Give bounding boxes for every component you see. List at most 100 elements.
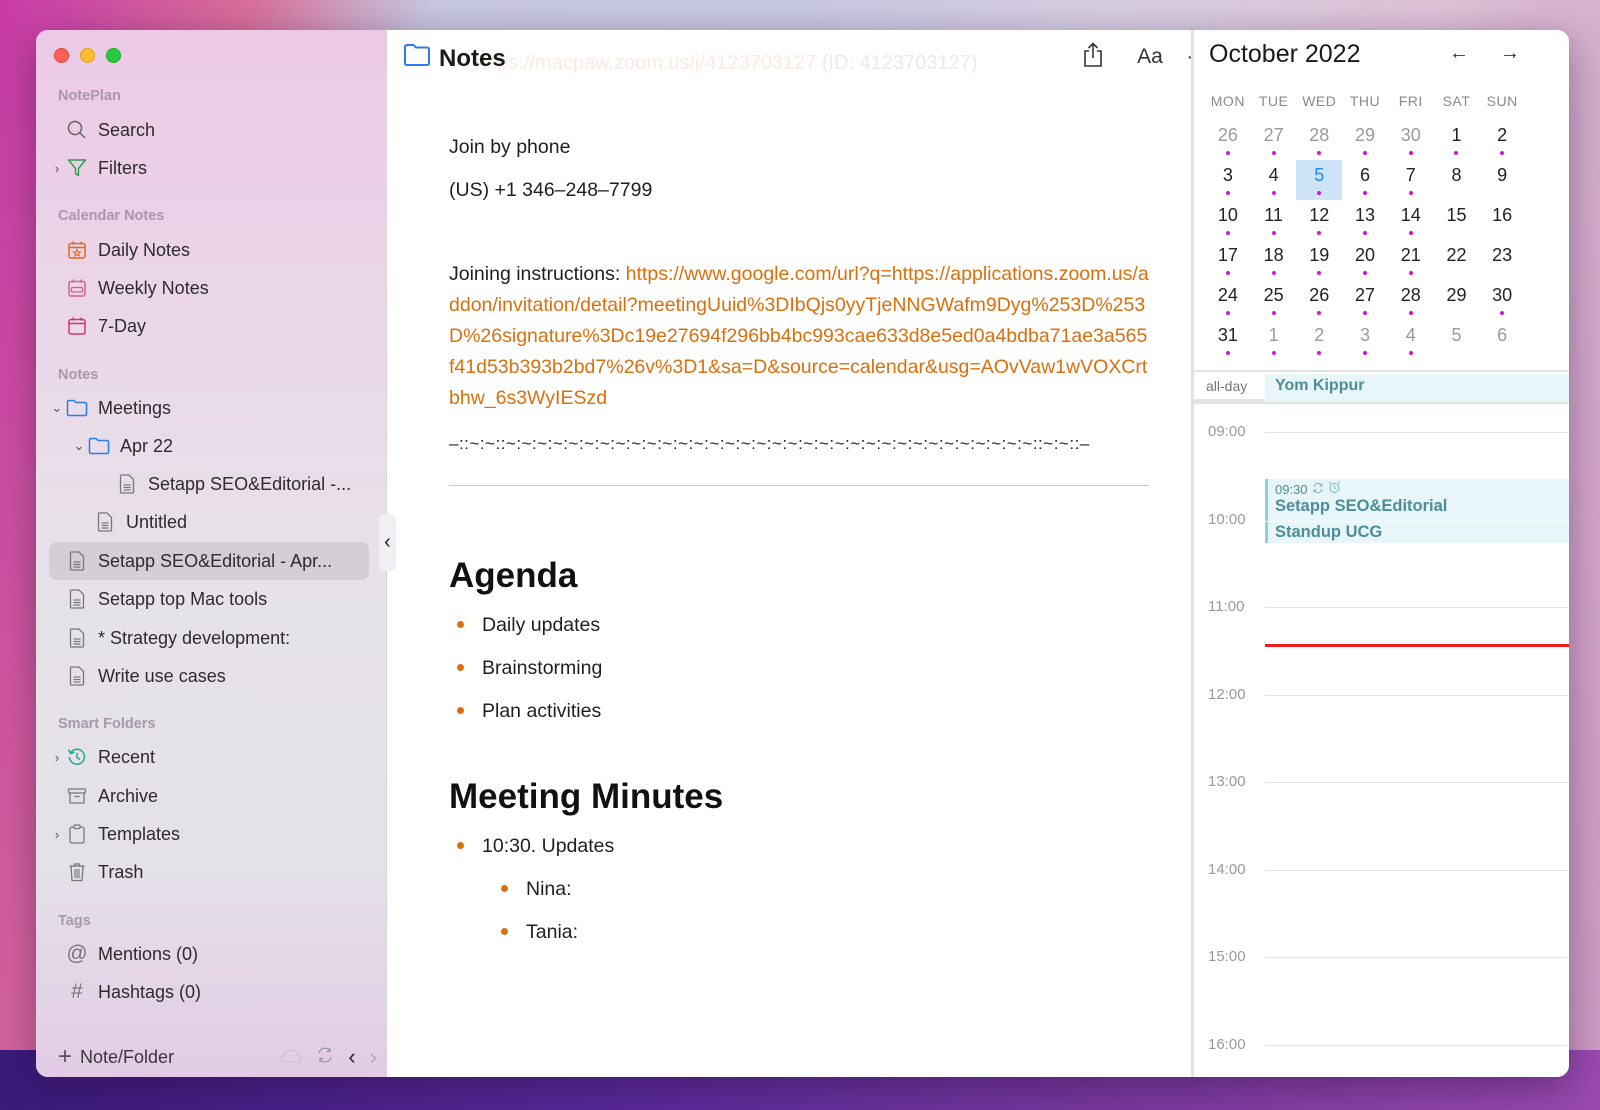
calendar-day[interactable]: 4 — [1251, 160, 1297, 200]
has-note-dot — [1317, 311, 1322, 315]
event-title: Setapp SEO&Editorial — [1275, 497, 1448, 515]
chevron-right-icon[interactable]: › — [49, 827, 65, 842]
calendar-day[interactable]: 7 — [1388, 160, 1434, 200]
sidebar-folder-meetings[interactable]: ⌄ Meetings — [49, 389, 369, 427]
calendar-day[interactable]: 1 — [1434, 120, 1480, 160]
calendar-day[interactable]: 18 — [1251, 240, 1297, 280]
calendar-day[interactable]: 9 — [1479, 160, 1525, 200]
sidebar-item-daily-notes[interactable]: Daily Notes — [49, 231, 369, 269]
back-arrow-icon[interactable]: ‹ — [348, 1044, 355, 1070]
calendar-day[interactable]: 3 — [1342, 320, 1388, 360]
day-number: 26 — [1309, 285, 1330, 305]
sidebar-item-recent[interactable]: › Recent — [49, 738, 369, 776]
calendar-day[interactable]: 26 — [1296, 280, 1342, 320]
calendar-day[interactable]: 2 — [1479, 120, 1525, 160]
day-number: 29 — [1355, 125, 1376, 145]
sidebar-item-trash[interactable]: Trash — [49, 853, 369, 891]
has-note-dot — [1225, 351, 1230, 355]
calendar-event[interactable]: 09:30 Setapp SEO&Editorial — [1265, 479, 1569, 521]
calendar-day[interactable]: 3 — [1205, 160, 1251, 200]
calendar-day[interactable]: 19 — [1296, 240, 1342, 280]
note-content[interactable]: Join by phone (US) +1 346–248–7799 Joini… — [449, 130, 1149, 954]
sidebar-footer: + Note/Folder ‹ › — [36, 1037, 387, 1077]
calendar-day[interactable]: 20 — [1342, 240, 1388, 280]
calendar-day[interactable]: 27 — [1251, 120, 1297, 160]
calendar-day[interactable]: 29 — [1434, 280, 1480, 320]
calendar-day[interactable]: 2 — [1296, 320, 1342, 360]
calendar-day[interactable]: 17 — [1205, 240, 1251, 280]
calendar-day[interactable]: 21 — [1388, 240, 1434, 280]
sidebar-item-7-day[interactable]: 7-Day — [49, 307, 369, 345]
calendar-day[interactable]: 1 — [1251, 320, 1297, 360]
sidebar-item-archive[interactable]: Archive — [49, 777, 369, 815]
calendar-day[interactable]: 13 — [1342, 200, 1388, 240]
sidebar-item-filters[interactable]: › Filters — [49, 149, 369, 187]
minimize-window-button[interactable] — [80, 48, 95, 63]
plus-icon[interactable]: + — [58, 1045, 72, 1069]
folder-breadcrumb[interactable]: Notes — [403, 43, 506, 74]
chevron-down-icon[interactable]: ⌄ — [71, 438, 87, 454]
calendar-day[interactable]: 15 — [1434, 200, 1480, 240]
calendar-day-today[interactable]: 5 — [1296, 160, 1343, 200]
calendar-day[interactable]: 30 — [1388, 120, 1434, 160]
share-button[interactable] — [1079, 41, 1107, 72]
sidebar-item-weekly-notes[interactable]: Weekly Notes — [49, 269, 369, 307]
sidebar-item-hashtags[interactable]: # Hashtags (0) — [49, 973, 369, 1011]
sync-icon[interactable] — [316, 1046, 334, 1069]
sidebar-note-item-selected[interactable]: Setapp SEO&Editorial - Apr... — [49, 542, 369, 580]
chevron-right-icon[interactable]: › — [49, 750, 65, 765]
sidebar: NotePlan Search › Filters Calendar Notes… — [36, 30, 387, 1077]
arrow-right-icon: → — [1500, 42, 1520, 64]
hour-label: 09:00 — [1208, 423, 1246, 440]
sidebar-folder-apr-22[interactable]: ⌄ Apr 22 — [71, 427, 369, 465]
collapse-sidebar-button[interactable]: ‹ — [379, 514, 396, 571]
has-note-dot — [1408, 151, 1413, 155]
hour-row: 14:00 — [1194, 861, 1569, 881]
calendar-day[interactable]: 26 — [1205, 120, 1251, 160]
all-day-event[interactable]: Yom Kippur — [1265, 374, 1569, 402]
agenda-list-item: Brainstorming — [449, 647, 1149, 690]
chevron-down-icon[interactable]: ⌄ — [49, 400, 65, 416]
calendar-day[interactable]: 12 — [1296, 200, 1342, 240]
calendar-day[interactable]: 30 — [1479, 280, 1525, 320]
sidebar-note-item[interactable]: Write use cases — [49, 657, 369, 695]
previous-month-button[interactable]: ← — [1449, 42, 1469, 65]
has-note-dot — [1408, 271, 1413, 275]
zoom-window-button[interactable] — [106, 48, 121, 63]
calendar-day[interactable]: 24 — [1205, 280, 1251, 320]
note-icon — [93, 510, 117, 534]
calendar-event[interactable]: Standup UCG — [1265, 522, 1569, 543]
calendar-day[interactable]: 10 — [1205, 200, 1251, 240]
next-month-button[interactable]: → — [1500, 42, 1520, 65]
forward-arrow-icon[interactable]: › — [370, 1044, 377, 1070]
new-note-folder-button[interactable]: Note/Folder — [80, 1047, 174, 1068]
phone-number-text: (US) +1 346–248–7799 — [449, 179, 653, 201]
font-settings-button[interactable]: Aa — [1130, 42, 1170, 72]
calendar-day[interactable]: 6 — [1479, 320, 1525, 360]
calendar-day[interactable]: 31 — [1205, 320, 1251, 360]
sidebar-item-mentions[interactable]: @ Mentions (0) — [49, 935, 369, 973]
calendar-day[interactable]: 8 — [1434, 160, 1480, 200]
calendar-day[interactable]: 6 — [1342, 160, 1388, 200]
calendar-day[interactable]: 29 — [1342, 120, 1388, 160]
calendar-day[interactable]: 28 — [1296, 120, 1342, 160]
close-window-button[interactable] — [54, 48, 69, 63]
calendar-day[interactable]: 23 — [1479, 240, 1525, 280]
sidebar-note-item[interactable]: Setapp top Mac tools — [49, 580, 369, 618]
calendar-day[interactable]: 27 — [1342, 280, 1388, 320]
calendar-day[interactable]: 4 — [1388, 320, 1434, 360]
calendar-day[interactable]: 16 — [1479, 200, 1525, 240]
sidebar-note-item[interactable]: * Strategy development: — [49, 619, 369, 657]
calendar-day[interactable]: 5 — [1434, 320, 1480, 360]
sidebar-item-templates[interactable]: › Templates — [49, 815, 369, 853]
calendar-day[interactable]: 14 — [1388, 200, 1434, 240]
sidebar-item-search[interactable]: Search — [49, 111, 369, 149]
daily-calendar-icon — [65, 238, 89, 262]
sidebar-note-item[interactable]: Untitled — [93, 503, 369, 541]
chevron-right-icon[interactable]: › — [49, 161, 65, 176]
calendar-day[interactable]: 25 — [1251, 280, 1297, 320]
sidebar-note-item[interactable]: Setapp SEO&Editorial -... — [115, 465, 369, 503]
calendar-day[interactable]: 11 — [1251, 200, 1297, 240]
calendar-day[interactable]: 22 — [1434, 240, 1480, 280]
calendar-day[interactable]: 28 — [1388, 280, 1434, 320]
